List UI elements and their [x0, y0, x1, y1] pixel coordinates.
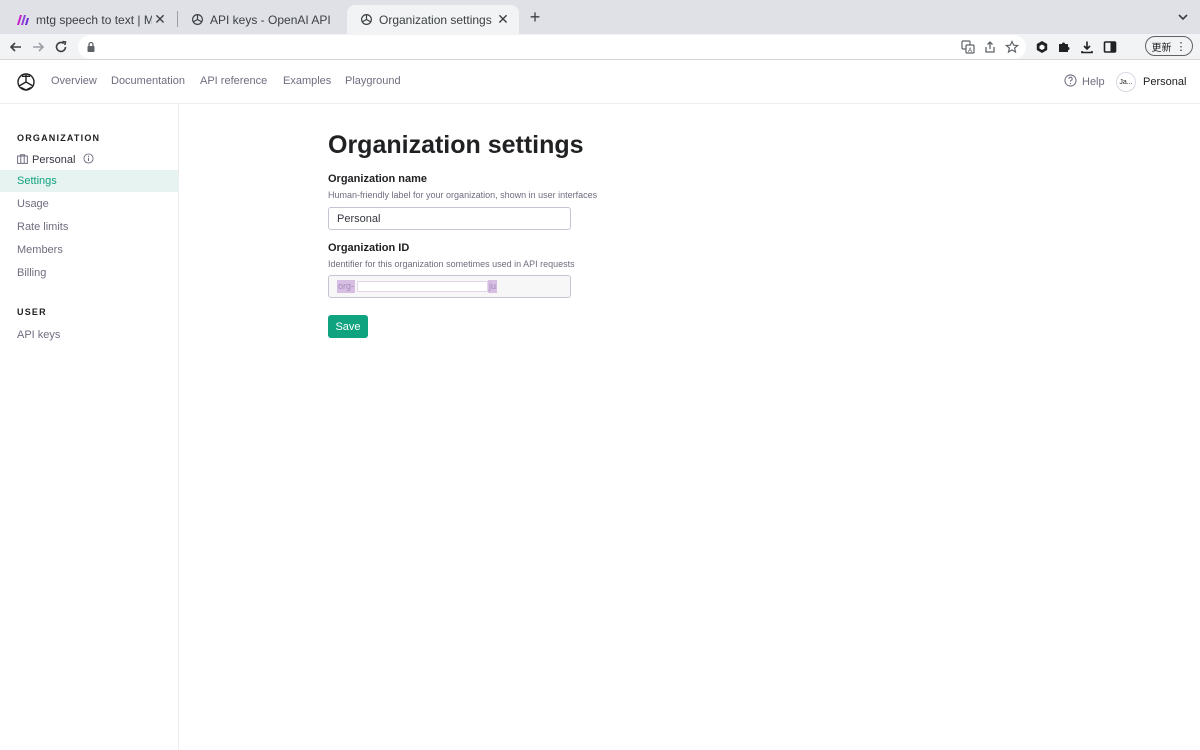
browser-tab-api-keys[interactable]: API keys - OpenAI API	[178, 5, 346, 34]
sidebar-item-usage[interactable]: Usage	[0, 193, 178, 215]
org-id-redacted	[357, 281, 488, 292]
sidebar-item-api-keys[interactable]: API keys	[0, 324, 178, 346]
nav-documentation[interactable]: Documentation	[111, 75, 185, 87]
org-name-input[interactable]	[328, 207, 571, 230]
org-name: Personal	[32, 154, 76, 166]
org-id-suffix: ju	[488, 280, 498, 293]
new-tab-plus-icon[interactable]: +	[526, 8, 544, 27]
page-title: Organization settings	[328, 131, 584, 159]
nav-api-reference[interactable]: API reference	[200, 75, 267, 87]
nav-overview[interactable]: Overview	[51, 75, 97, 87]
sidebar-heading-organization: ORGANIZATION	[17, 133, 101, 143]
sidebar-item-members[interactable]: Members	[0, 239, 178, 261]
sidebar-heading-user: USER	[17, 307, 47, 317]
save-button[interactable]: Save	[328, 315, 368, 338]
side-panel-icon[interactable]	[1101, 38, 1119, 56]
close-tab-icon[interactable]: ✕	[152, 11, 168, 28]
nav-playground[interactable]: Playground	[345, 75, 401, 87]
tab-search-chevron-icon[interactable]	[1176, 10, 1190, 24]
sidebar-item-settings[interactable]: Settings	[0, 170, 178, 192]
update-label: 更新	[1151, 42, 1172, 54]
more-menu-icon: ⋮	[1175, 40, 1187, 53]
org-name-label: Organization name	[328, 173, 428, 185]
close-tab-icon[interactable]: ✕	[495, 11, 511, 28]
nav-examples[interactable]: Examples	[283, 75, 331, 87]
forward-arrow-icon[interactable]	[28, 37, 48, 57]
download-icon[interactable]	[1078, 38, 1096, 56]
bookmark-star-icon[interactable]	[1004, 39, 1020, 55]
building-icon	[17, 153, 28, 167]
org-id-label: Organization ID	[328, 242, 410, 254]
browser-tab-make[interactable]: mtg speech to text | Make ✕	[4, 5, 176, 34]
openai-logo-icon[interactable]	[16, 72, 36, 92]
openai-favicon-icon	[359, 13, 373, 27]
account-label: Personal	[1143, 76, 1187, 88]
tab-title: mtg speech to text | Make	[36, 12, 152, 27]
sidebar: ORGANIZATION Personal Settings Usage Rat…	[0, 104, 179, 750]
extensions-puzzle-icon[interactable]	[1055, 38, 1073, 56]
info-icon[interactable]	[83, 153, 94, 167]
sidebar-item-billing[interactable]: Billing	[0, 262, 178, 284]
avatar: Ja...	[1116, 72, 1136, 92]
translate-icon[interactable]: A	[960, 39, 976, 55]
tab-title: API keys - OpenAI API	[210, 12, 331, 27]
app-header: Overview Documentation API reference Exa…	[0, 61, 1200, 104]
org-name-help: Human-friendly label for your organizati…	[328, 190, 598, 200]
sidebar-item-rate-limits[interactable]: Rate limits	[0, 216, 178, 238]
tab-title: Organization settings - OpenAI	[379, 12, 495, 27]
help-link[interactable]: Help	[1064, 74, 1105, 90]
org-id-prefix: org-	[337, 280, 356, 293]
help-label: Help	[1082, 76, 1105, 88]
extension-hexagon-icon[interactable]	[1033, 38, 1051, 56]
org-id-help: Identifier for this organization sometim…	[328, 259, 575, 269]
browser-update-button[interactable]: 更新 ⋮	[1145, 36, 1193, 56]
openai-favicon-icon	[190, 13, 204, 27]
reload-icon[interactable]	[51, 37, 71, 57]
account-menu[interactable]: Ja... Personal	[1116, 72, 1186, 92]
make-favicon-icon	[16, 13, 30, 27]
address-bar[interactable]: A	[78, 35, 1026, 59]
browser-tab-org-settings[interactable]: Organization settings - OpenAI ✕	[347, 5, 519, 34]
browser-tab-strip: mtg speech to text | Make ✕ API keys - O…	[0, 0, 1200, 34]
org-selector[interactable]: Personal	[17, 153, 94, 167]
browser-toolbar: A 更新 ⋮	[0, 34, 1200, 60]
lock-icon[interactable]	[86, 40, 96, 58]
org-id-field[interactable]: org- ju	[328, 275, 571, 298]
share-icon[interactable]	[982, 39, 998, 55]
back-arrow-icon[interactable]	[6, 37, 26, 57]
help-question-icon	[1064, 74, 1077, 90]
